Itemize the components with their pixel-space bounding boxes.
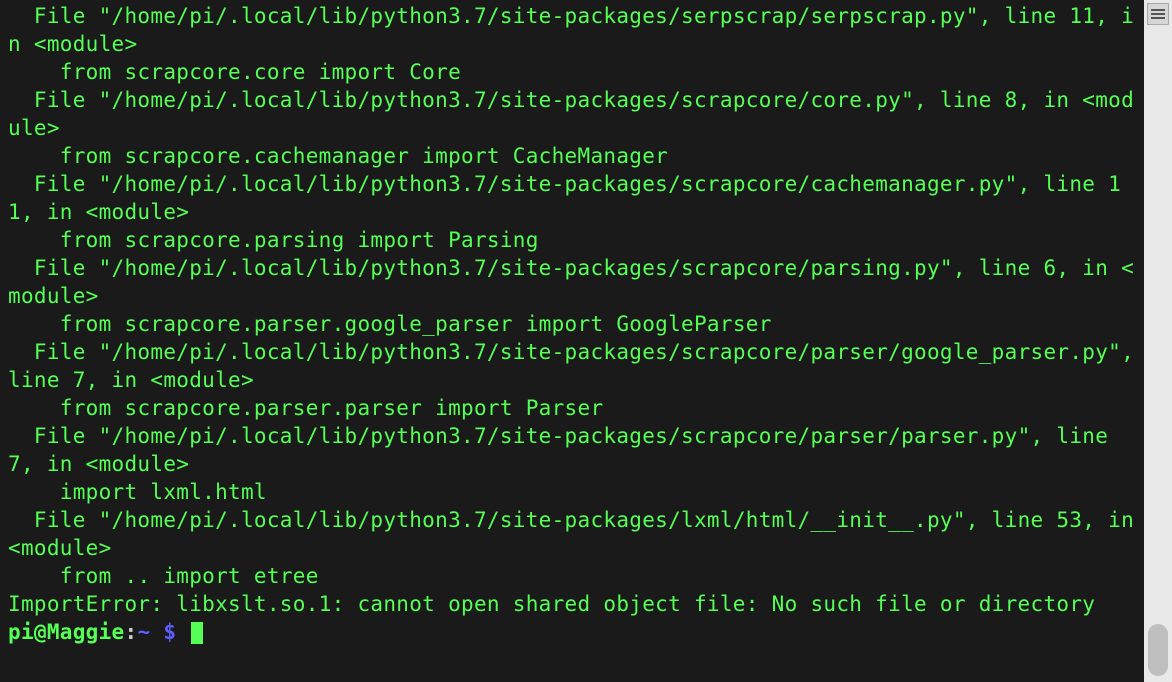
menu-lines-icon (1151, 9, 1165, 19)
prompt-path: ~ (137, 620, 150, 644)
prompt-dollar: $ (150, 620, 189, 644)
prompt-separator: : (125, 620, 138, 644)
scrollbar-thumb[interactable] (1148, 624, 1168, 676)
scrollbar-button-top[interactable] (1147, 3, 1169, 25)
terminal-output: File "/home/pi/.local/lib/python3.7/site… (8, 2, 1136, 618)
terminal-window[interactable]: File "/home/pi/.local/lib/python3.7/site… (0, 0, 1144, 682)
prompt-user-host: pi@Maggie (8, 620, 125, 644)
terminal-prompt[interactable]: pi@Maggie:~ $ (8, 618, 1136, 646)
cursor (191, 622, 203, 644)
scrollbar-track[interactable] (1144, 0, 1172, 682)
